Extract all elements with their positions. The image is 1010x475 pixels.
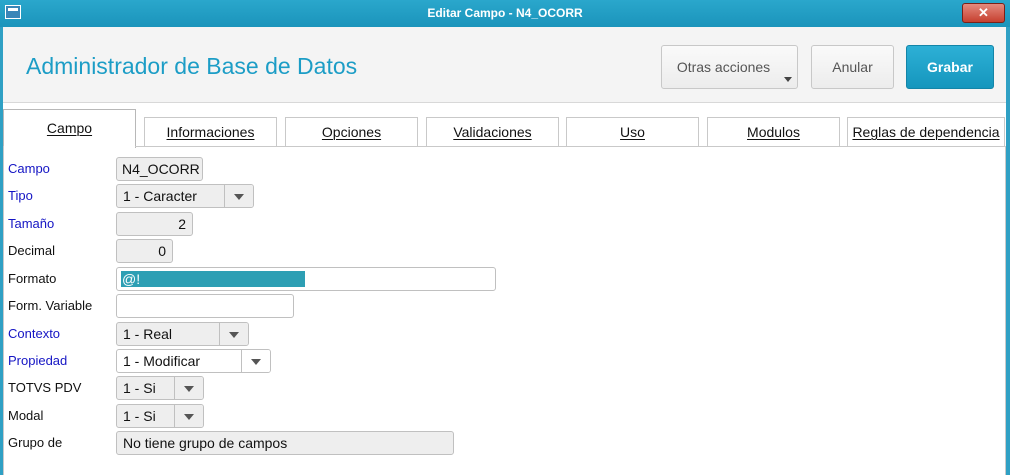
tab-modulos[interactable]: Modulos bbox=[707, 117, 840, 147]
tab-reglas-de-dependencia[interactable]: Reglas de dependencia bbox=[847, 117, 1005, 147]
tab-validaciones[interactable]: Validaciones bbox=[426, 117, 559, 147]
form-variable-field[interactable] bbox=[116, 294, 294, 318]
formato-value: @! bbox=[122, 271, 141, 287]
close-button[interactable]: ✕ bbox=[962, 3, 1005, 23]
formato-label: Formato bbox=[8, 271, 57, 286]
modal-value: 1 - Si bbox=[123, 408, 156, 424]
title-bar: Editar Campo - N4_OCORR ✕ bbox=[0, 0, 1010, 28]
header: Administrador de Base de Datos Otras acc… bbox=[3, 27, 1006, 103]
tamano-label: Tamaño bbox=[8, 216, 55, 231]
propiedad-label: Propiedad bbox=[8, 353, 68, 368]
campo-field[interactable]: N4_OCORR bbox=[116, 157, 203, 181]
tab-opciones[interactable]: Opciones bbox=[285, 117, 418, 147]
decimal-label: Decimal bbox=[8, 243, 55, 258]
modal-label: Modal bbox=[8, 408, 44, 423]
window-frame-right bbox=[1006, 27, 1010, 475]
tab-strip: Campo Informaciones Opciones Validacione… bbox=[3, 103, 1006, 148]
chevron-down-icon bbox=[784, 77, 792, 82]
formato-selection: @! bbox=[121, 271, 305, 287]
tipo-select[interactable]: 1 - Caracter bbox=[116, 184, 254, 208]
propiedad-select[interactable]: 1 - Modificar bbox=[116, 349, 271, 373]
more-actions-label: Otras acciones bbox=[676, 59, 771, 75]
chevron-down-icon[interactable] bbox=[241, 350, 270, 372]
grupo-label: Grupo de bbox=[8, 435, 63, 450]
tipo-value: 1 - Caracter bbox=[123, 188, 197, 204]
totvs-pdv-label: TOTVS PDV bbox=[8, 380, 82, 395]
chevron-down-icon[interactable] bbox=[219, 323, 248, 345]
totvs-pdv-select[interactable]: 1 - Si bbox=[116, 376, 204, 400]
cancel-button[interactable]: Anular bbox=[811, 45, 894, 89]
decimal-field[interactable]: 0 bbox=[116, 239, 173, 263]
tab-uso[interactable]: Uso bbox=[566, 117, 699, 147]
chevron-down-icon[interactable] bbox=[174, 405, 203, 427]
page-title: Administrador de Base de Datos bbox=[26, 53, 358, 79]
modal-select[interactable]: 1 - Si bbox=[116, 404, 204, 428]
chevron-down-icon[interactable] bbox=[224, 185, 253, 207]
totvs-pdv-value: 1 - Si bbox=[123, 380, 156, 396]
contexto-value: 1 - Real bbox=[123, 326, 173, 342]
save-button[interactable]: Grabar bbox=[906, 45, 994, 89]
grupo-field[interactable]: No tiene grupo de campos bbox=[116, 431, 454, 455]
tipo-label: Tipo bbox=[8, 188, 33, 203]
formato-field[interactable]: @! bbox=[116, 267, 496, 291]
contexto-select[interactable]: 1 - Real bbox=[116, 322, 249, 346]
propiedad-value: 1 - Modificar bbox=[123, 353, 201, 369]
more-actions-button[interactable]: Otras acciones bbox=[661, 45, 798, 89]
form-variable-label: Form. Variable bbox=[8, 298, 93, 313]
tab-informaciones[interactable]: Informaciones bbox=[144, 117, 277, 147]
tab-baseline bbox=[3, 146, 1006, 147]
window-title: Editar Campo - N4_OCORR bbox=[427, 6, 583, 20]
campo-label: Campo bbox=[8, 161, 50, 176]
contexto-label: Contexto bbox=[8, 326, 61, 341]
tamano-field[interactable]: 2 bbox=[116, 212, 193, 236]
tab-campo[interactable]: Campo bbox=[3, 109, 136, 148]
chevron-down-icon[interactable] bbox=[174, 377, 203, 399]
